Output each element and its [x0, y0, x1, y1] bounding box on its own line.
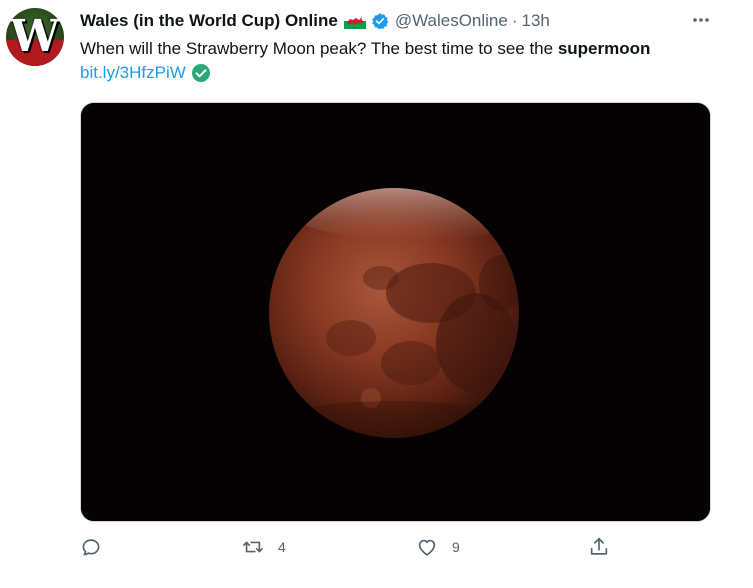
tweet-header: Wales (in the World Cup) Online @WalesOn… [80, 10, 550, 32]
tweet-text: When will the Strawberry Moon peak? The … [80, 38, 650, 60]
tweet-link[interactable]: bit.ly/3HfzPiW [80, 63, 186, 83]
like-button[interactable]: 9 [416, 536, 460, 558]
blood-moon-photo [81, 103, 710, 521]
wales-flag-icon [343, 13, 366, 29]
author-name[interactable]: Wales (in the World Cup) Online [80, 11, 338, 31]
tweet-text-bold: supermoon [557, 39, 651, 58]
tweet-timestamp[interactable]: 13h [522, 11, 550, 31]
share-icon [590, 537, 608, 555]
retweet-count: 4 [278, 539, 286, 555]
like-count: 9 [452, 539, 460, 555]
heart-icon [418, 539, 436, 556]
retweet-icon [243, 541, 263, 553]
reply-button[interactable] [80, 536, 116, 558]
share-button[interactable] [588, 536, 624, 558]
tweet[interactable]: W Wales (in the World Cup) Online @Wales… [0, 0, 753, 588]
avatar[interactable]: W [6, 8, 64, 66]
retweet-button[interactable]: 4 [242, 536, 286, 558]
reply-icon [82, 539, 100, 556]
separator-dot: · [511, 11, 518, 30]
more-options-icon[interactable] [690, 12, 712, 28]
avatar-letter: W [10, 11, 60, 62]
tweet-media-image[interactable] [80, 102, 711, 522]
tweet-text-main: When will the Strawberry Moon peak? The … [80, 39, 558, 58]
check-circle-icon [191, 63, 211, 83]
verified-badge-icon [371, 12, 389, 30]
tweet-link-row: bit.ly/3HfzPiW [80, 63, 211, 83]
author-handle[interactable]: @WalesOnline [395, 11, 508, 31]
